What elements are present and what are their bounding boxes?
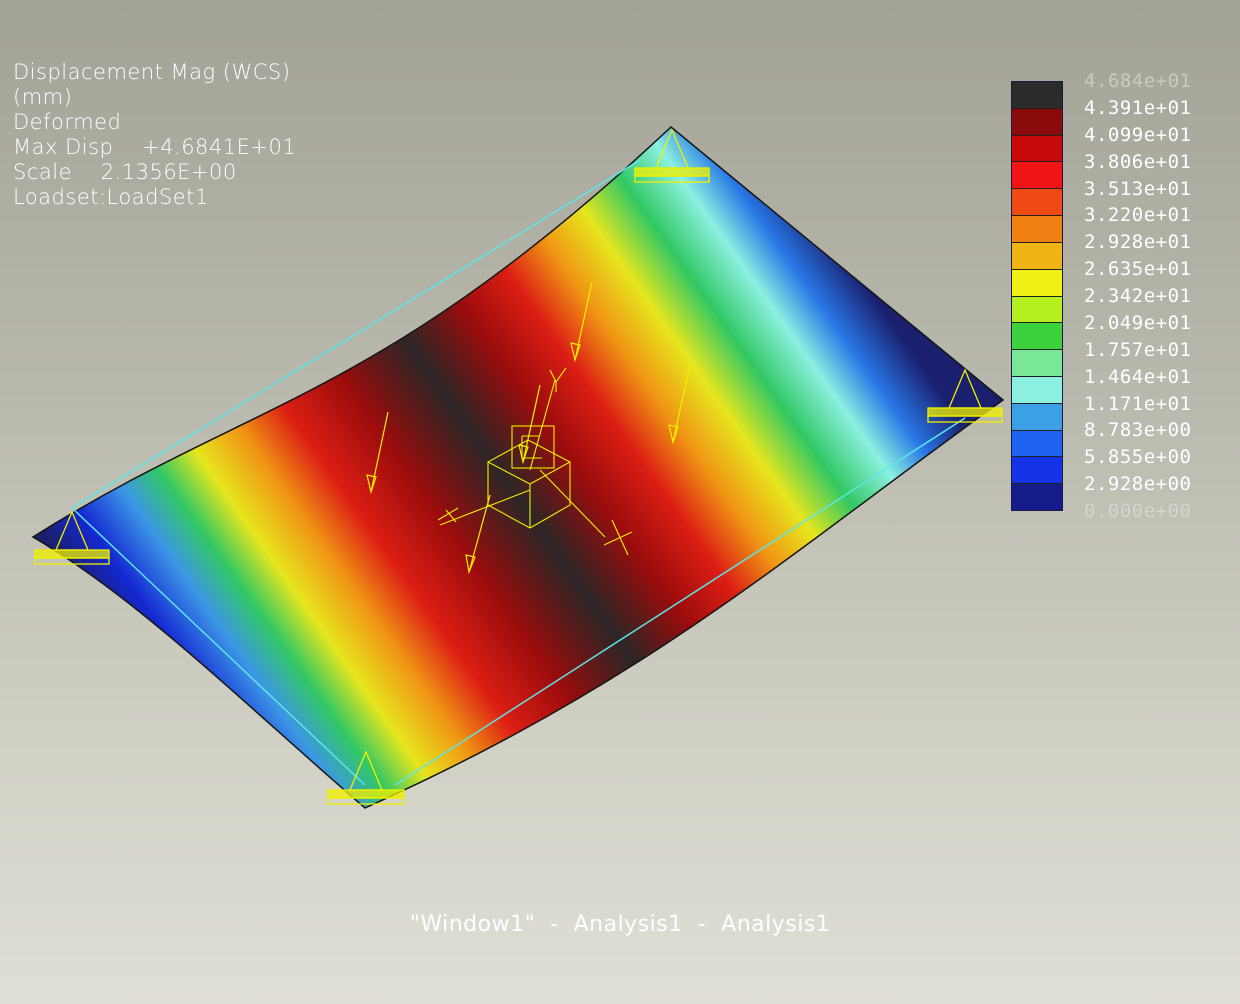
color-legend-bar[interactable]: [1011, 81, 1063, 511]
legend-color-band: [1012, 135, 1062, 163]
legend-color-band: [1012, 216, 1062, 243]
color-legend-labels: 4.684e+01 4.391e+01 4.099e+01 3.806e+01 3.51…: [1084, 68, 1191, 525]
result-info-panel: Displacement Mag (WCS) (mm) Deformed Max…: [13, 60, 296, 210]
result-units-label: (mm): [13, 85, 73, 109]
legend-value-label: 2.049e+01: [1084, 311, 1192, 334]
legend-value-label: 3.513e+01: [1084, 177, 1192, 200]
legend-color-band: [1012, 376, 1062, 404]
legend-color-band: [1012, 430, 1062, 458]
legend-value-label: 2.928e+01: [1084, 231, 1192, 254]
legend-value-label: 2.928e+00: [1084, 473, 1192, 496]
legend-color-band: [1012, 457, 1062, 485]
legend-color-band: [1012, 162, 1062, 190]
legend-color-band: [1012, 296, 1062, 324]
legend-value-label: 4.099e+01: [1084, 123, 1192, 146]
max-displacement-label: Max Disp +4.6841E+01: [13, 135, 297, 159]
legend-value-label: 3.220e+01: [1084, 204, 1192, 227]
legend-value-label: 0.000e+00: [1084, 500, 1192, 522]
window-caption: "Window1" - Analysis1 - Analysis1: [409, 912, 831, 937]
legend-color-band: [1012, 350, 1062, 377]
legend-color-band: [1012, 189, 1062, 217]
deformed-label: Deformed: [13, 110, 122, 134]
legend-value-label: 1.464e+01: [1084, 365, 1192, 388]
result-quantity-label: Displacement Mag (WCS): [13, 60, 291, 84]
legend-value-label: 3.806e+01: [1084, 150, 1192, 173]
legend-color-band: [1012, 269, 1062, 297]
legend-value-label: 4.391e+01: [1084, 96, 1192, 119]
legend-value-label: 2.635e+01: [1084, 258, 1192, 281]
legend-value-label: 5.855e+00: [1084, 446, 1192, 469]
legend-value-label: 2.342e+01: [1084, 285, 1192, 307]
legend-color-band: [1012, 323, 1062, 351]
legend-color-band: [1012, 403, 1062, 431]
legend-color-band: [1012, 108, 1062, 136]
loadset-label: Loadset:LoadSet1: [13, 185, 209, 209]
legend-color-band: [1012, 82, 1062, 109]
legend-value-label: 1.171e+01: [1084, 392, 1192, 415]
legend-value-label: 4.684e+01: [1084, 70, 1192, 92]
legend-color-band: [1012, 242, 1062, 270]
legend-value-label: 8.783e+00: [1084, 419, 1192, 442]
legend-value-label: 1.757e+01: [1084, 338, 1192, 361]
deformation-scale-label: Scale 2.1356E+00: [13, 160, 237, 184]
legend-color-band: [1012, 484, 1062, 510]
